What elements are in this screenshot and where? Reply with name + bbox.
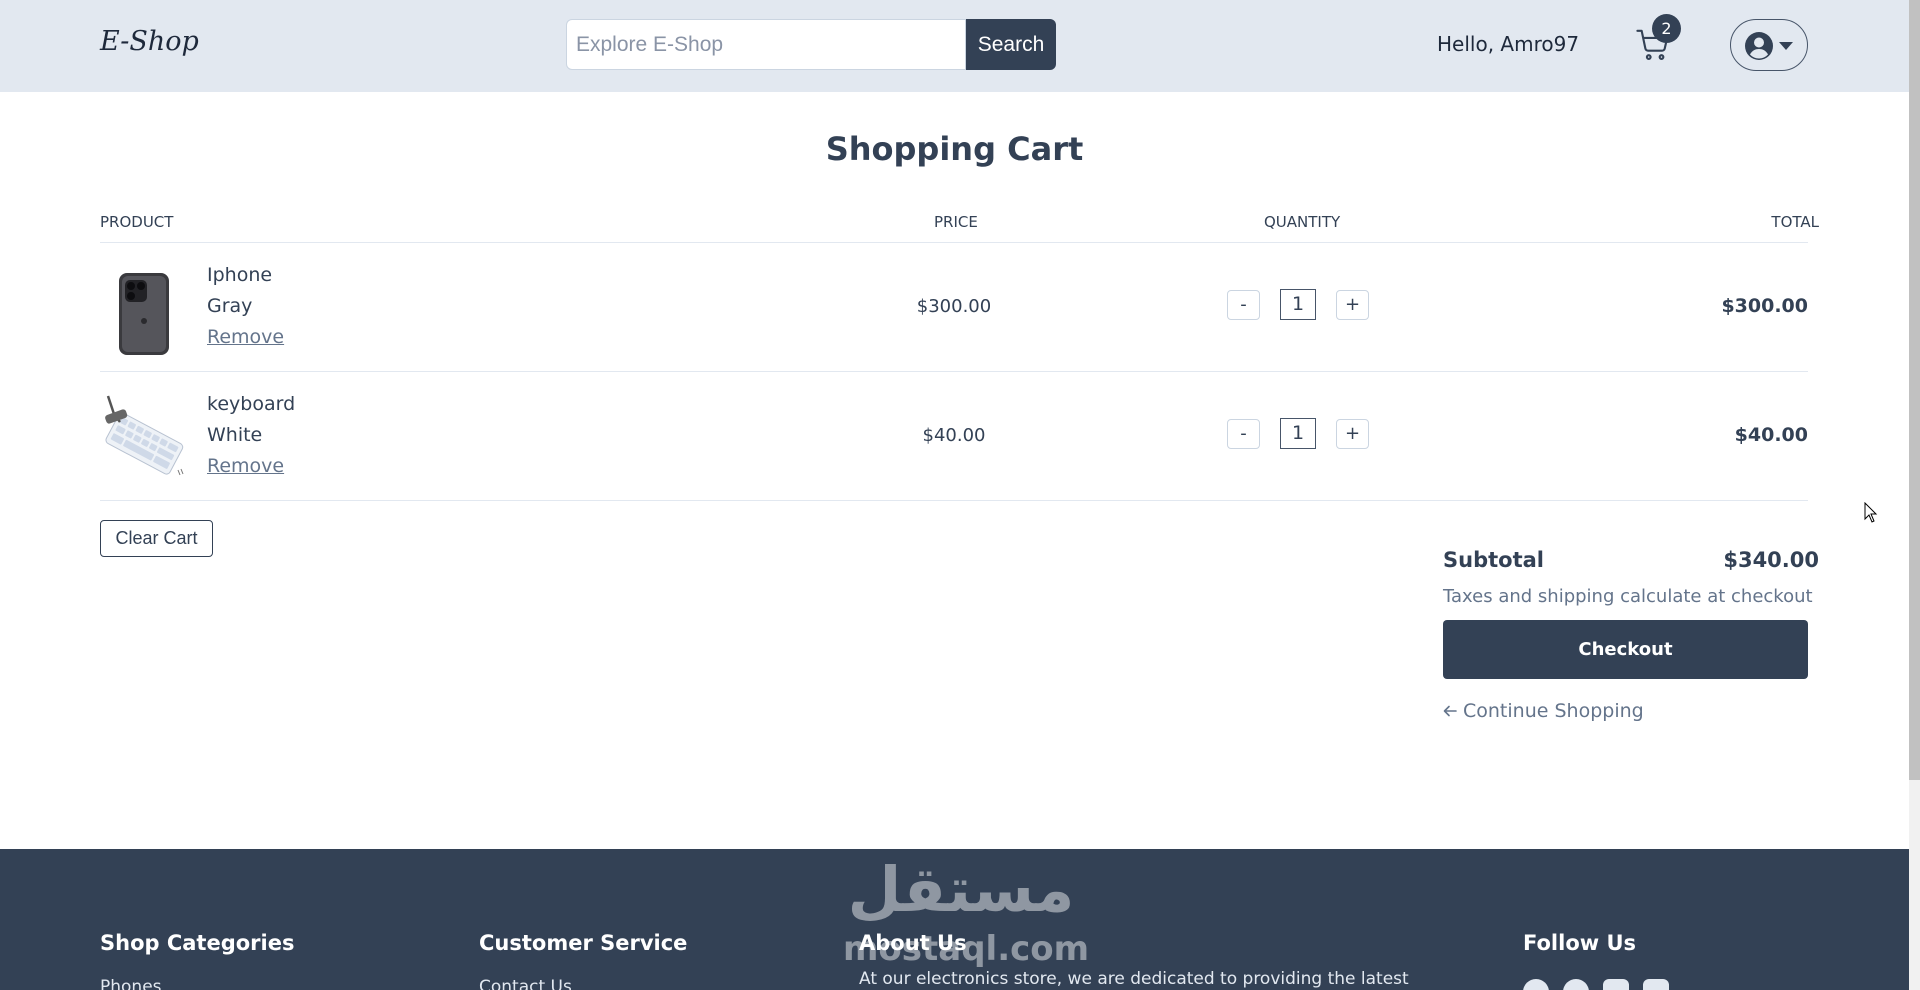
increase-quantity-button[interactable]: + [1336,290,1369,320]
footer-heading-shop-categories: Shop Categories [100,931,295,955]
page-title: Shopping Cart [825,130,1084,168]
item-total: $40.00 [1734,424,1808,446]
product-variant: Gray [207,295,253,317]
cart-row: keyboard White Remove $40.00 - 1 + $40.0… [0,372,1909,500]
column-header-price: PRICE [934,213,978,231]
column-header-quantity: QUANTITY [1264,213,1341,231]
item-price: $300.00 [916,296,992,317]
footer: مستقل mostaql.com Shop Categories Phones… [0,849,1909,990]
quantity-value: 1 [1280,418,1316,449]
subtotal-value: $340.00 [1723,548,1819,572]
site-logo[interactable]: E-Shop [100,26,199,57]
search-input[interactable] [566,19,966,70]
footer-heading-about-us: About Us [859,931,967,955]
footer-link-contact-us[interactable]: Contact Us [479,977,572,990]
increase-quantity-button[interactable]: + [1336,419,1369,449]
product-name[interactable]: keyboard [207,393,295,415]
checkout-button[interactable]: Checkout [1443,620,1808,679]
clear-cart-button[interactable]: Clear Cart [100,520,213,557]
product-name[interactable]: Iphone [207,264,272,286]
footer-heading-follow-us: Follow Us [1523,931,1637,955]
continue-shopping-link[interactable]: Continue Shopping [1443,700,1644,722]
product-image-keyboard[interactable] [100,392,186,478]
instagram-icon[interactable] [1603,979,1629,990]
globe-icon[interactable] [1563,979,1589,990]
remove-item-link[interactable]: Remove [207,326,284,348]
cart-count-badge: 2 [1652,14,1681,43]
item-total: $300.00 [1721,295,1808,317]
user-circle-icon [1745,32,1773,60]
cart-row: Iphone Gray Remove $300.00 - 1 + $300.00 [0,243,1909,371]
remove-item-link[interactable]: Remove [207,455,284,477]
caret-down-icon [1779,42,1793,50]
product-image-iphone[interactable] [100,271,186,357]
divider [100,500,1808,501]
column-header-product: PRODUCT [100,213,174,231]
arrow-left-icon [1443,705,1457,717]
mouse-cursor-icon [1864,502,1878,523]
top-navbar: E-Shop Search Hello, Amro97 2 [0,0,1909,92]
watermark: مستقل mostaql.com [843,849,1089,979]
continue-shopping-label: Continue Shopping [1463,700,1644,722]
decrease-quantity-button[interactable]: - [1227,290,1260,320]
decrease-quantity-button[interactable]: - [1227,419,1260,449]
product-variant: White [207,424,263,446]
item-price: $40.00 [922,425,986,446]
watermark-arabic-text: مستقل [847,853,1075,926]
column-header-total: TOTAL [1771,213,1819,231]
scrollbar-thumb[interactable] [1909,0,1920,780]
footer-about-text: At our electronics store, we are dedicat… [859,969,1409,989]
facebook-icon[interactable] [1523,979,1549,990]
user-greeting: Hello, Amro97 [1437,32,1580,56]
tax-note: Taxes and shipping calculate at checkout [1443,586,1813,607]
subtotal-label: Subtotal [1443,548,1544,572]
footer-link-phones[interactable]: Phones [100,977,162,990]
account-menu-button[interactable] [1730,19,1808,71]
search-button[interactable]: Search [966,19,1056,70]
quantity-value: 1 [1280,289,1316,320]
youtube-icon[interactable] [1643,979,1669,990]
footer-heading-customer-service: Customer Service [479,931,688,955]
